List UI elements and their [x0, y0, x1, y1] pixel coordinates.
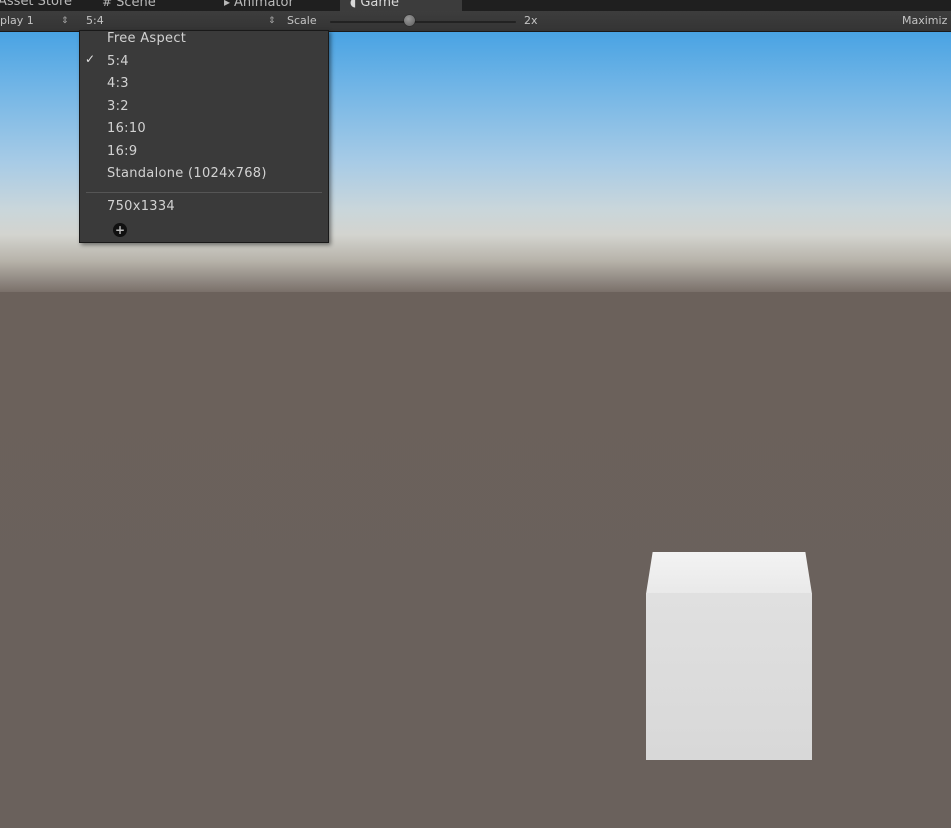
- menu-item-label: 3:2: [107, 99, 129, 114]
- tab-label: Asset Store: [0, 0, 73, 9]
- scale-value: 2x: [524, 14, 538, 27]
- tab-label: Animator: [234, 0, 294, 10]
- menu-item-label: 16:9: [107, 144, 138, 159]
- tab-label: Scene: [116, 0, 156, 10]
- tab-scene[interactable]: # Scene: [92, 0, 166, 11]
- menu-item-label: 16:10: [107, 121, 146, 136]
- game-pacman-icon: ◖: [350, 0, 357, 9]
- add-circle-icon[interactable]: +: [113, 223, 127, 237]
- animator-icon: ▸: [224, 0, 231, 9]
- aspect-dropdown[interactable]: 5:4 ⇕: [86, 11, 280, 31]
- scale-label: Scale: [287, 14, 317, 27]
- tab-game[interactable]: ◖ Game: [340, 0, 462, 11]
- scene-grid-icon: #: [102, 0, 113, 9]
- tab-animator[interactable]: ▸ Animator: [214, 0, 304, 11]
- cube-front-face: [646, 593, 812, 760]
- menu-item-label: Free Aspect: [107, 31, 187, 46]
- menu-item-label: 4:3: [107, 76, 129, 91]
- menu-item-label: Standalone (1024x768): [107, 166, 267, 181]
- aspect-label: 5:4: [86, 14, 104, 27]
- editor-tab-bar: Asset Store # Scene ▸ Animator ◖ Game: [0, 0, 951, 11]
- dropdown-arrows-icon: ⇕: [268, 16, 276, 26]
- menu-item-free-aspect[interactable]: Free Aspect: [107, 29, 186, 49]
- aspect-ratio-menu: Free Aspect ✓ 5:4 4:3 3:2 16:10 16:9 Sta…: [79, 30, 329, 243]
- scale-slider-thumb[interactable]: [404, 15, 415, 26]
- display-label: play 1: [0, 14, 34, 27]
- menu-item-16-10[interactable]: 16:10: [107, 119, 146, 139]
- cube-top-face: [646, 552, 812, 594]
- menu-item-4-3[interactable]: 4:3: [107, 74, 129, 94]
- menu-item-custom-750x1334[interactable]: 750x1334: [107, 197, 175, 217]
- menu-item-3-2[interactable]: 3:2: [107, 97, 129, 117]
- menu-item-label: 750x1334: [107, 199, 175, 214]
- menu-separator: [86, 192, 322, 193]
- maximize-on-play-button[interactable]: Maximiz: [902, 11, 947, 31]
- menu-item-standalone[interactable]: Standalone (1024x768): [107, 164, 267, 184]
- menu-item-label: 5:4: [107, 54, 129, 69]
- menu-item-5-4[interactable]: 5:4: [107, 52, 129, 72]
- display-dropdown[interactable]: play 1 ⇕: [0, 11, 74, 31]
- tab-asset-store[interactable]: Asset Store: [0, 0, 82, 11]
- menu-item-16-9[interactable]: 16:9: [107, 142, 137, 162]
- check-icon: ✓: [85, 52, 96, 66]
- scale-slider-track[interactable]: [330, 21, 516, 23]
- dropdown-arrows-icon: ⇕: [61, 16, 69, 26]
- tab-label: Game: [360, 0, 400, 10]
